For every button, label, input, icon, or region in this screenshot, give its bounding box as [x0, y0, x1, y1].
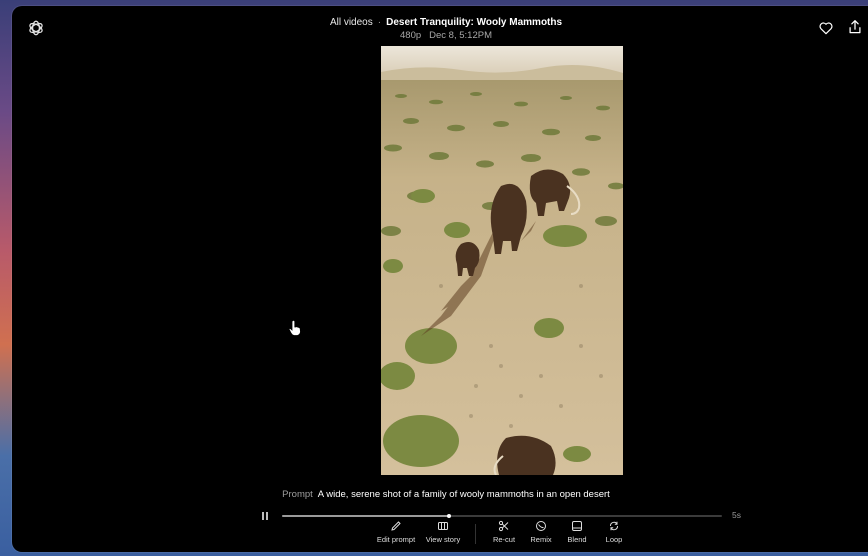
blend-icon [572, 521, 582, 531]
loop-button[interactable]: Loop [602, 520, 626, 544]
recut-button[interactable]: Re-cut [488, 520, 520, 544]
prompt-text[interactable]: A wide, serene shot of a family of wooly… [318, 489, 610, 500]
heart-icon[interactable] [818, 20, 834, 36]
pause-button[interactable] [262, 512, 270, 520]
loop-icon [610, 521, 618, 531]
remix-label: Remix [530, 535, 552, 544]
loop-label: Loop [605, 535, 623, 544]
prompt-label: Prompt [282, 489, 313, 500]
header: All videos · Desert Tranquility: Wooly Mam… [12, 16, 868, 41]
hand-pointer-cursor-icon [288, 319, 301, 336]
breadcrumb-separator: · [377, 17, 382, 28]
video-timestamp: Dec 8, 5:12PM [429, 30, 492, 41]
toolbar-divider [475, 524, 476, 544]
progress-thumb[interactable] [447, 514, 452, 518]
blend-label: Blend [567, 535, 587, 544]
storyboard-icon [438, 522, 448, 530]
blend-button[interactable]: Blend [564, 520, 590, 544]
progress-track[interactable] [282, 514, 722, 518]
recut-label: Re-cut [492, 535, 516, 544]
app-window: All videos · Desert Tranquility: Wooly Mam… [12, 6, 868, 552]
duration-label: 5s [732, 510, 741, 520]
prompt-line: Prompt A wide, serene shot of a family of… [12, 489, 868, 500]
action-toolbar: Edit prompt View story Re-cut Remix Blen… [12, 520, 868, 552]
remix-icon [536, 521, 546, 531]
upload-icon[interactable] [848, 19, 862, 35]
video-title: Desert Tranquility: Wooly Mammoths [386, 17, 563, 28]
video-resolution: 480p [400, 30, 422, 41]
video-frame[interactable] [381, 46, 623, 475]
breadcrumb-all-videos[interactable]: All videos [330, 17, 373, 28]
remix-button[interactable]: Remix [526, 520, 556, 544]
pencil-icon [391, 521, 401, 531]
edit-prompt-label: Edit prompt [376, 535, 416, 544]
view-story-label: View story [425, 535, 461, 544]
mammoth-desert-scene [381, 46, 623, 475]
scissors-icon [498, 520, 509, 532]
view-story-button[interactable]: View story [422, 520, 464, 544]
edit-prompt-button[interactable]: Edit prompt [374, 520, 418, 544]
progress-fill [282, 515, 450, 517]
